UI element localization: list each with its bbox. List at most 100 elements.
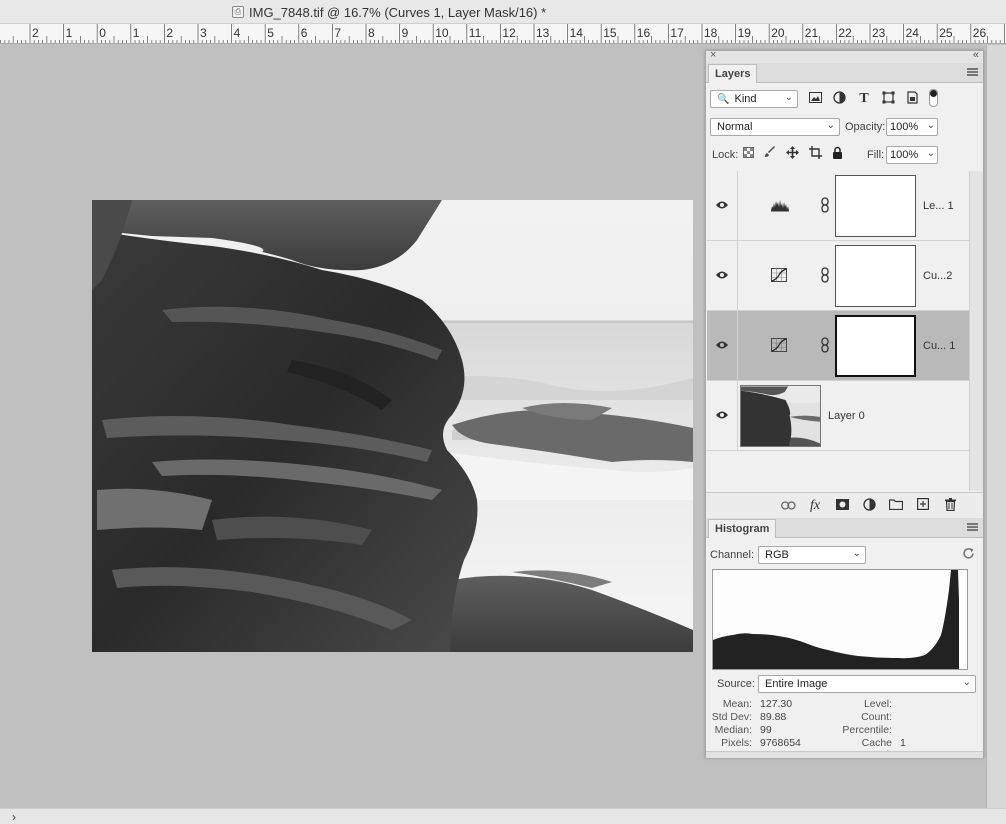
mask-link-chain-icon[interactable]: [821, 337, 829, 353]
horizontal-ruler[interactable]: 2 1 0 1 2 3 4 5 6 7 8 9 10 11 12 13 14 15 16 17 18 19 20 21 22 23…: [0, 24, 1006, 44]
ruler-label: 7: [334, 26, 342, 40]
add-layer-mask-icon[interactable]: [834, 498, 850, 514]
visibility-divider: [737, 241, 738, 311]
opacity-label: Opacity:: [845, 121, 886, 133]
panel-header[interactable]: × «: [706, 49, 983, 63]
delete-layer-trash-icon[interactable]: [942, 498, 958, 514]
layer-row[interactable]: Le... 1: [707, 171, 969, 241]
new-adjustment-layer-icon[interactable]: [861, 498, 877, 514]
opacity-value: 100%: [890, 121, 919, 133]
document-icon: ⎙: [232, 6, 244, 18]
layer-row-selected[interactable]: Cu... 1: [707, 311, 969, 381]
layers-scrollbar[interactable]: [969, 171, 983, 491]
ruler-label: 19: [737, 26, 751, 40]
fill-field[interactable]: 100% ⌄: [886, 146, 938, 164]
stddev-label: Std Dev:: [711, 711, 752, 723]
ruler-label: 14: [569, 26, 583, 40]
ruler-label: 20: [771, 26, 785, 40]
ruler-label: 26: [972, 26, 987, 40]
ruler-label: 18: [704, 26, 718, 40]
ruler-label: 8: [368, 26, 375, 40]
title-bar: ⎙ IMG_7848.tif @ 16.7% (Curves 1, Layer …: [0, 0, 1006, 24]
percentile-label: Percentile:: [842, 724, 892, 736]
ruler-label: 3: [200, 26, 207, 40]
document-image[interactable]: [92, 200, 693, 652]
lock-position-move-icon[interactable]: [784, 146, 800, 162]
panel-resize-grip[interactable]: [706, 751, 983, 758]
layers-tab-row: Layers: [706, 63, 983, 83]
layer-filter-select[interactable]: 🔍 Kind ⌄: [710, 90, 798, 108]
tab-layers[interactable]: Layers: [708, 64, 758, 83]
visibility-divider: [737, 171, 738, 241]
layer-filter-value: Kind: [734, 93, 757, 105]
lock-transparent-pixels-icon[interactable]: [740, 146, 756, 162]
filter-toggle-switch[interactable]: [929, 89, 938, 107]
link-layers-icon[interactable]: [780, 498, 796, 514]
tab-histogram[interactable]: Histogram: [708, 519, 777, 538]
channel-label: Channel:: [710, 549, 755, 561]
new-layer-icon[interactable]: [915, 498, 931, 514]
filter-pixel-layers-icon[interactable]: [807, 91, 823, 107]
fill-label: Fill:: [867, 149, 885, 161]
refresh-histogram-icon[interactable]: [960, 547, 976, 563]
mask-link-chain-icon[interactable]: [821, 197, 829, 213]
ruler-label: 16: [636, 26, 651, 40]
ruler-label: 1: [132, 26, 140, 40]
blend-mode-value: Normal: [717, 121, 753, 133]
filter-smart-object-icon[interactable]: [904, 91, 920, 107]
level-label: Level:: [863, 698, 892, 710]
lock-all-icon[interactable]: [829, 146, 845, 162]
ruler-label: 2: [32, 26, 39, 40]
panel-collapse-icon[interactable]: «: [973, 49, 979, 61]
opacity-field[interactable]: 100% ⌄: [886, 118, 938, 136]
document-title: IMG_7848.tif @ 16.7% (Curves 1, Layer Ma…: [249, 5, 547, 20]
panel-close-icon[interactable]: ×: [710, 49, 716, 61]
new-group-folder-icon[interactable]: [888, 498, 904, 514]
visibility-eye-icon[interactable]: [715, 270, 729, 280]
chevron-down-icon: ⌄: [926, 148, 935, 159]
layer-style-fx-icon[interactable]: fx: [807, 498, 823, 514]
ruler-label: 11: [468, 26, 482, 40]
ruler-label: 24: [905, 26, 919, 40]
median-label: Median:: [714, 724, 752, 736]
blend-mode-select[interactable]: Normal ⌄: [710, 118, 840, 136]
chevron-down-icon: ⌄: [852, 548, 861, 559]
layer-mask-thumbnail[interactable]: [835, 175, 916, 237]
mean-label: Mean:: [722, 698, 752, 710]
mask-link-chain-icon[interactable]: [821, 267, 829, 283]
lock-image-pixels-brush-icon[interactable]: [762, 146, 778, 162]
histogram-graph: [712, 569, 968, 670]
ruler-label: 21: [804, 26, 819, 40]
layer-mask-thumbnail[interactable]: [835, 245, 916, 307]
filter-adjustment-layers-icon[interactable]: [831, 91, 847, 107]
channel-select[interactable]: RGB ⌄: [758, 546, 866, 564]
lock-artboard-crop-icon[interactable]: [807, 146, 823, 162]
histogram-panel-menu-icon[interactable]: [967, 523, 978, 531]
right-dock-strip: [986, 45, 1006, 808]
status-expand-chevron-icon[interactable]: ›: [12, 810, 16, 824]
filter-toggle-knob: [930, 90, 937, 97]
layer-name: Layer 0: [828, 410, 865, 422]
status-bar: ›: [0, 808, 1006, 824]
layer-mask-thumbnail-active[interactable]: [835, 315, 916, 377]
layer-row[interactable]: Layer 0: [707, 381, 969, 451]
layer-row[interactable]: Cu...2: [707, 241, 969, 311]
ruler-label: 6: [300, 26, 308, 40]
ruler-label: 15: [603, 26, 617, 40]
filter-type-layers-icon[interactable]: T: [856, 91, 872, 107]
visibility-eye-icon[interactable]: [715, 340, 729, 350]
visibility-divider: [737, 311, 738, 381]
layer-name: Cu...2: [923, 270, 953, 282]
filter-shape-layers-icon[interactable]: [880, 91, 896, 107]
layer-image-thumbnail[interactable]: [740, 385, 821, 447]
photoshop-window: ⎙ IMG_7848.tif @ 16.7% (Curves 1, Layer …: [0, 0, 1006, 824]
layers-panel-menu-icon[interactable]: [967, 68, 978, 76]
source-select[interactable]: Entire Image ⌄: [758, 675, 976, 693]
chevron-down-icon: ⌄: [962, 677, 971, 688]
visibility-eye-icon[interactable]: [715, 200, 729, 210]
chevron-down-icon: ⌄: [826, 120, 835, 131]
ruler-label: 23: [872, 26, 886, 40]
ruler-label: 13: [536, 26, 550, 40]
layers-histogram-panel: × « Layers 🔍 Kind ⌄ T Normal ⌄ Opacity: …: [705, 49, 984, 761]
visibility-eye-icon[interactable]: [715, 410, 729, 420]
